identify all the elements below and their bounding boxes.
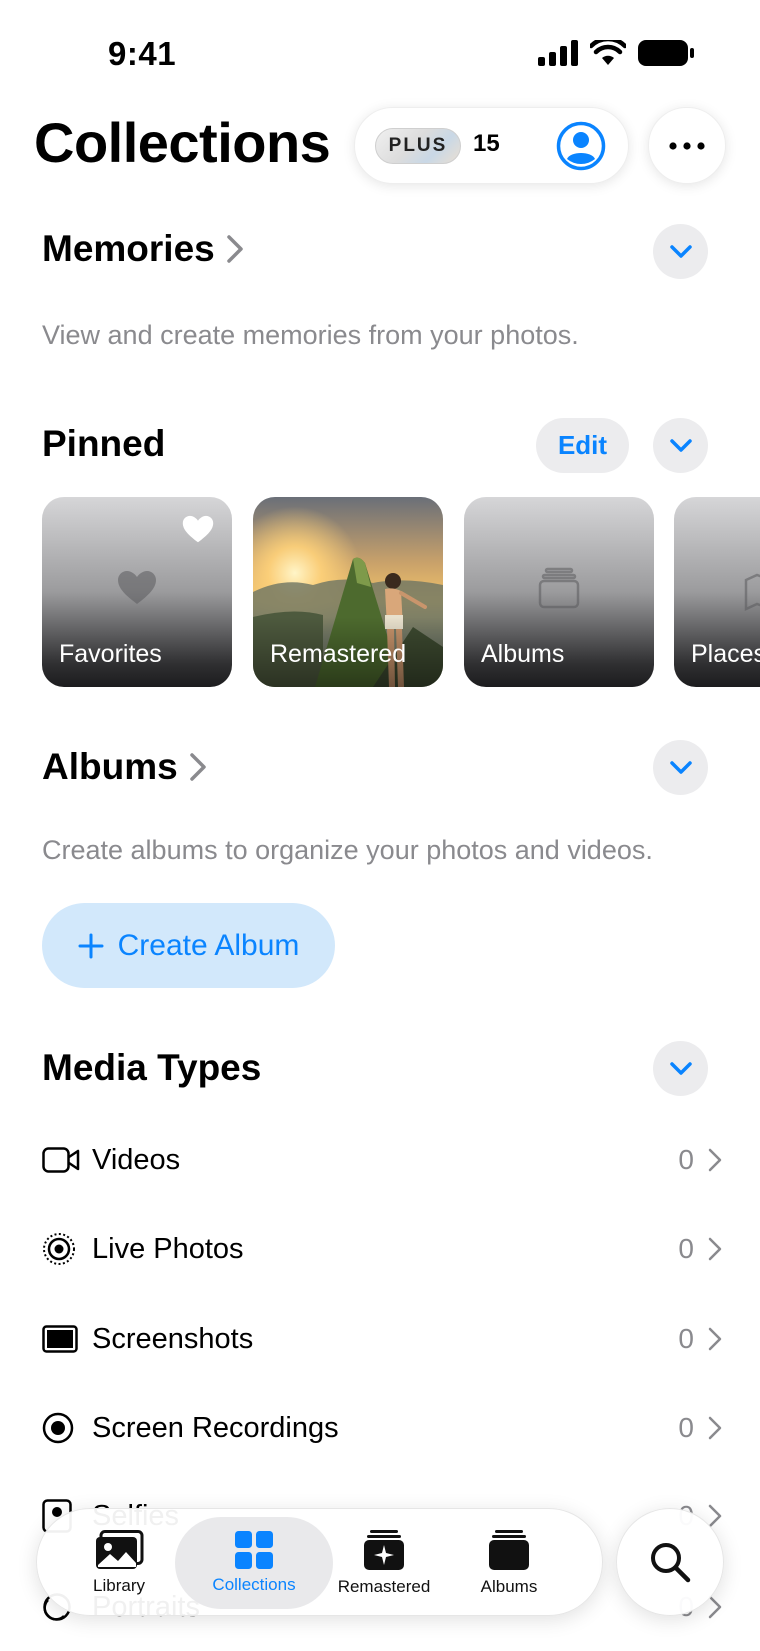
favorite-heart-badge-icon <box>182 515 214 543</box>
live-photo-icon <box>42 1229 82 1269</box>
media-count: 0 <box>678 1412 694 1443</box>
remastered-icon <box>364 1530 404 1570</box>
albums-header[interactable]: Albums <box>42 746 206 788</box>
media-count: 0 <box>678 1144 694 1175</box>
memories-collapse-button[interactable] <box>653 224 708 279</box>
account-icon[interactable] <box>556 121 606 171</box>
pinned-title: Pinned <box>42 423 166 464</box>
pinned-carousel[interactable]: Favorites Remastered Albums Places <box>42 497 760 687</box>
chevron-right-icon <box>708 1148 722 1172</box>
status-icons <box>538 40 694 66</box>
ellipsis-icon <box>669 141 705 150</box>
tab-label: Library <box>93 1576 145 1595</box>
more-button[interactable] <box>648 107 726 184</box>
chevron-down-icon <box>669 1061 692 1075</box>
chevron-right-icon <box>708 1327 722 1351</box>
memories-header[interactable]: Memories <box>42 228 243 270</box>
pinned-card-favorites[interactable]: Favorites <box>42 497 232 687</box>
collections-grid-icon <box>235 1531 273 1569</box>
card-label: Remastered <box>270 640 407 668</box>
chevron-right-icon <box>708 1595 722 1619</box>
pinned-card-remastered[interactable]: Remastered <box>253 497 443 687</box>
pinned-card-places[interactable]: Places <box>674 497 760 687</box>
cellular-signal-icon <box>538 40 578 66</box>
media-types-title: Media Types <box>42 1047 262 1088</box>
albums-icon <box>489 1530 529 1570</box>
chevron-down-icon <box>669 438 692 452</box>
wifi-icon <box>590 40 626 65</box>
chevron-right-icon <box>708 1237 722 1261</box>
tab-albums[interactable]: Albums <box>449 1517 569 1609</box>
heart-icon <box>118 571 156 605</box>
albums-stack-icon <box>538 567 580 609</box>
albums-title: Albums <box>42 746 178 787</box>
chevron-right-icon <box>708 1416 722 1440</box>
pinned-card-albums[interactable]: Albums <box>464 497 654 687</box>
media-count: 0 <box>678 1323 694 1354</box>
create-album-label: Create Album <box>117 928 300 962</box>
tab-remastered[interactable]: Remastered <box>329 1517 439 1609</box>
media-row-screen-recordings[interactable]: Screen Recordings 0 <box>42 1398 722 1458</box>
chevron-down-icon <box>669 760 692 774</box>
screenshot-icon <box>42 1319 82 1359</box>
page-title: Collections <box>34 111 331 174</box>
media-count: 0 <box>678 1233 694 1264</box>
plus-count: 15 <box>473 130 500 157</box>
status-bar: 9:41 <box>0 0 760 110</box>
chevron-right-icon <box>226 235 243 263</box>
tab-bar: Library Collections Remastered Albums <box>36 1508 603 1616</box>
card-label: Albums <box>481 640 565 668</box>
create-album-button[interactable]: Create Album <box>42 903 335 988</box>
memories-title: Memories <box>42 228 215 269</box>
media-types-header: Media Types <box>42 1047 261 1089</box>
media-types-collapse-button[interactable] <box>653 1041 708 1096</box>
status-time: 9:41 <box>108 35 177 72</box>
screen-recording-icon <box>42 1408 82 1448</box>
media-label: Screen Recordings <box>92 1411 339 1444</box>
plus-icon <box>78 933 104 958</box>
card-label: Places <box>691 640 760 668</box>
tab-collections[interactable]: Collections <box>175 1517 333 1609</box>
chevron-right-icon <box>708 1504 722 1528</box>
search-button[interactable] <box>616 1508 724 1616</box>
map-icon <box>744 573 760 611</box>
pinned-collapse-button[interactable] <box>653 418 708 473</box>
chevron-down-icon <box>669 244 692 258</box>
edit-pinned-button[interactable]: Edit <box>536 418 629 473</box>
media-label: Live Photos <box>92 1232 244 1265</box>
search-icon <box>651 1543 691 1583</box>
plus-badge: PLUS <box>375 128 461 164</box>
media-row-videos[interactable]: Videos 0 <box>42 1130 722 1190</box>
media-row-screenshots[interactable]: Screenshots 0 <box>42 1309 722 1369</box>
media-label: Screenshots <box>92 1322 254 1355</box>
card-label: Favorites <box>59 640 162 668</box>
tab-label: Remastered <box>337 1577 431 1596</box>
albums-collapse-button[interactable] <box>653 740 708 795</box>
tab-library[interactable]: Library <box>55 1517 183 1609</box>
media-row-live-photos[interactable]: Live Photos 0 <box>42 1219 722 1279</box>
albums-description: Create albums to organize your photos an… <box>42 835 653 865</box>
battery-icon <box>638 40 694 66</box>
memories-description: View and create memories from your photo… <box>42 320 579 350</box>
plus-pill[interactable]: PLUS 15 <box>354 107 629 184</box>
chevron-right-icon <box>189 753 206 781</box>
tab-label: Albums <box>480 1577 538 1596</box>
video-camera-icon <box>42 1140 82 1180</box>
library-icon <box>96 1530 144 1569</box>
pinned-header: Pinned <box>42 423 165 465</box>
tab-label: Collections <box>212 1575 296 1594</box>
media-label: Videos <box>92 1143 181 1176</box>
